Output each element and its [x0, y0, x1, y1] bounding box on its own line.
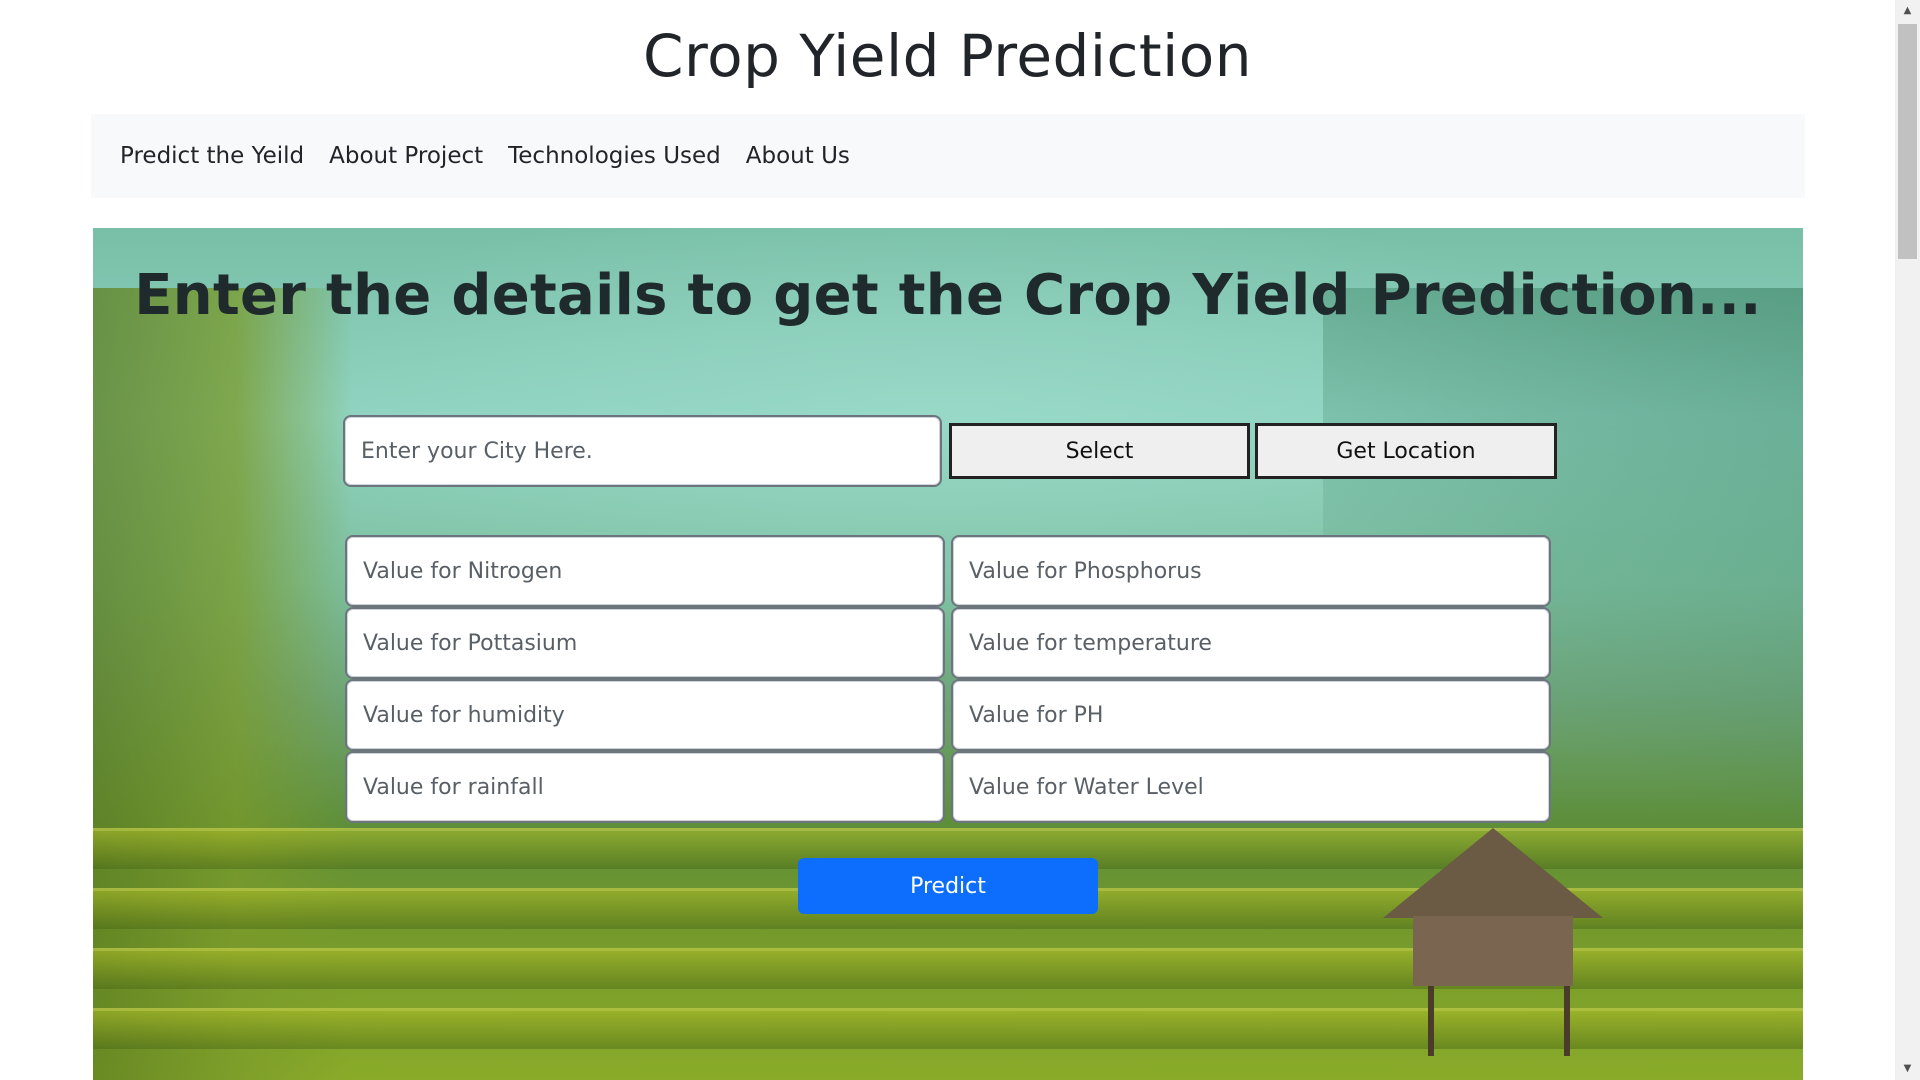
- background-hut-roof: [1383, 828, 1603, 918]
- page-title: Crop Yield Prediction: [643, 22, 1252, 90]
- nav-predict-link[interactable]: Predict the Yeild: [120, 143, 304, 169]
- navbar: Predict the Yeild About Project Technolo…: [91, 114, 1805, 198]
- background-hut: [1413, 916, 1573, 986]
- scrollbar-thumb[interactable]: [1898, 24, 1917, 259]
- rainfall-input[interactable]: [345, 751, 945, 823]
- nav-about-us-link[interactable]: About Us: [746, 143, 850, 169]
- arrow-up-icon[interactable]: ▲: [1895, 0, 1920, 22]
- city-input[interactable]: [343, 415, 942, 487]
- hero-section: Enter the details to get the Crop Yield …: [93, 228, 1803, 1080]
- nav-about-project-link[interactable]: About Project: [329, 143, 483, 169]
- get-location-button[interactable]: Get Location: [1255, 423, 1557, 479]
- vertical-scrollbar[interactable]: ▲ ▼: [1895, 0, 1920, 1080]
- predict-button[interactable]: Predict: [798, 858, 1098, 914]
- background-hut-stilts: [1428, 986, 1570, 1056]
- phosphorus-input[interactable]: [951, 535, 1551, 607]
- hero-heading: Enter the details to get the Crop Yield …: [134, 263, 1762, 328]
- water-level-input[interactable]: [951, 751, 1551, 823]
- ph-input[interactable]: [951, 679, 1551, 751]
- nav-links: Predict the Yeild About Project Technolo…: [91, 114, 1805, 198]
- humidity-input[interactable]: [345, 679, 945, 751]
- pottasium-input[interactable]: [345, 607, 945, 679]
- temperature-input[interactable]: [951, 607, 1551, 679]
- nitrogen-input[interactable]: [345, 535, 945, 607]
- nav-technologies-link[interactable]: Technologies Used: [508, 143, 721, 169]
- arrow-down-icon[interactable]: ▼: [1895, 1058, 1920, 1080]
- select-button[interactable]: Select: [949, 423, 1250, 479]
